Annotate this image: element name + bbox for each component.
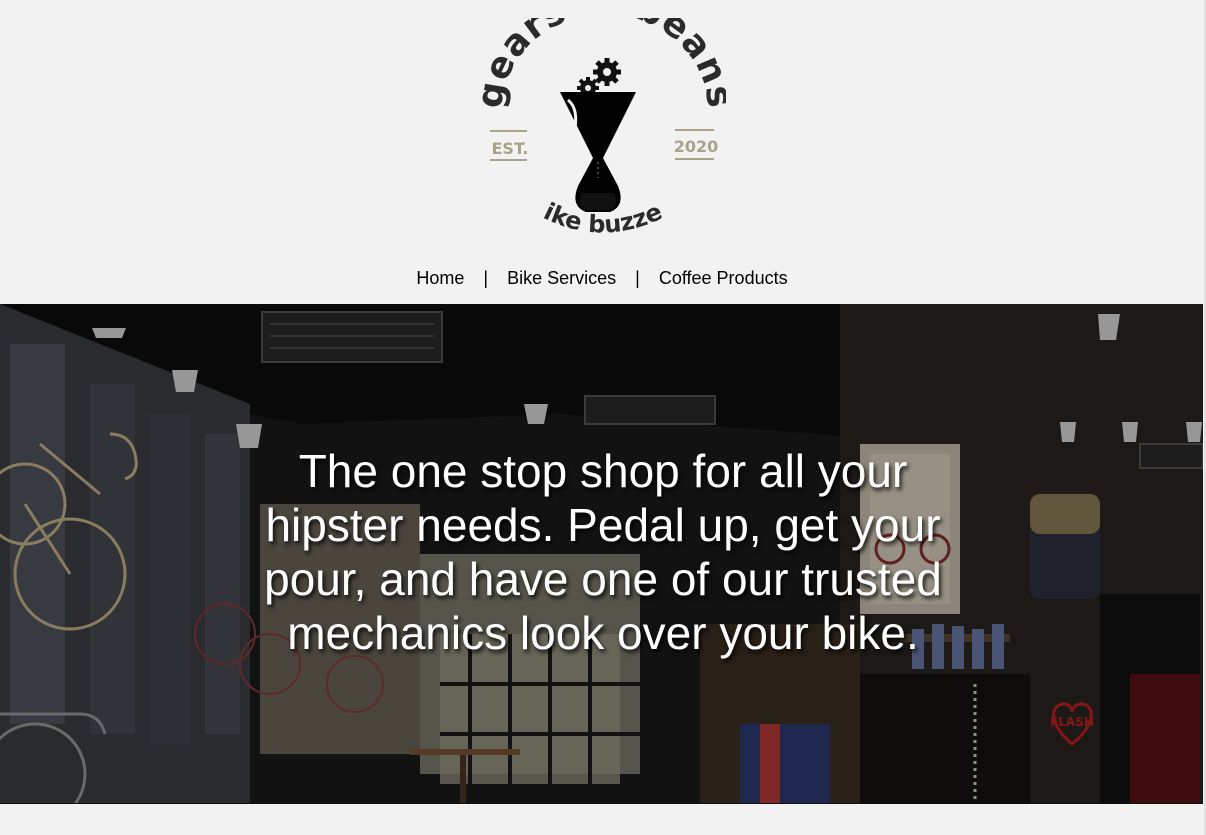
coffee-carafe-icon [560, 92, 636, 212]
established-label: EST. [491, 139, 528, 158]
nav-link-bike-services[interactable]: Bike Services [507, 268, 616, 288]
established-year: 2020 [674, 137, 719, 156]
established-year-block: 2020 [674, 129, 719, 160]
hero-banner: FLASH The one stop shop for all your hip… [0, 304, 1203, 804]
nav-link-coffee-products[interactable]: Coffee Products [659, 268, 788, 288]
hero-headline: The one stop shop for all your hipster n… [264, 445, 942, 659]
nav-separator: | [635, 268, 640, 288]
gears-n-beans-logo[interactable]: gears n' beans bike buzzed EST. 2020 [480, 18, 726, 250]
site-header: gears n' beans bike buzzed EST. 2020 [0, 0, 1204, 304]
nav-separator: | [483, 268, 489, 288]
nav-link-home[interactable]: Home [416, 268, 464, 288]
main-nav: Home | Bike Services | Coffee Products [0, 268, 1204, 289]
established-label-block: EST. [490, 130, 529, 161]
